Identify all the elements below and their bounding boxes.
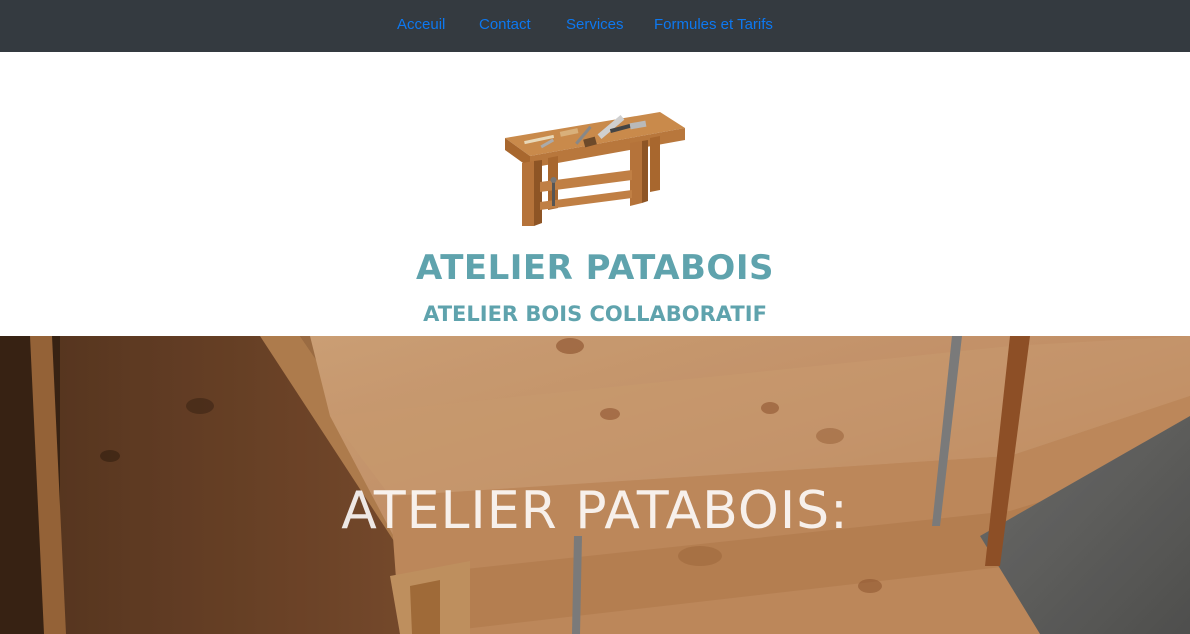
site-subtitle: ATELIER BOIS COLLABORATIF bbox=[423, 302, 767, 326]
top-navbar: Acceuil Contact Services Formules et Tar… bbox=[0, 0, 1190, 52]
hero-banner: ATELIER PATABOIS: bbox=[0, 336, 1190, 634]
hero-title: ATELIER PATABOIS: bbox=[341, 481, 849, 541]
nav-link-formules-tarifs[interactable]: Formules et Tarifs bbox=[654, 16, 773, 33]
nav-menu: Acceuil Contact Services Formules et Tar… bbox=[0, 0, 1190, 52]
nav-link-services[interactable]: Services bbox=[566, 16, 624, 33]
nav-link-contact[interactable]: Contact bbox=[479, 16, 531, 33]
nav-link-acceuil[interactable]: Acceuil bbox=[397, 16, 445, 33]
site-title: ATELIER PATABOIS bbox=[416, 248, 774, 288]
workbench-icon bbox=[505, 112, 685, 226]
site-header: ATELIER PATABOIS ATELIER BOIS COLLABORAT… bbox=[0, 52, 1190, 336]
